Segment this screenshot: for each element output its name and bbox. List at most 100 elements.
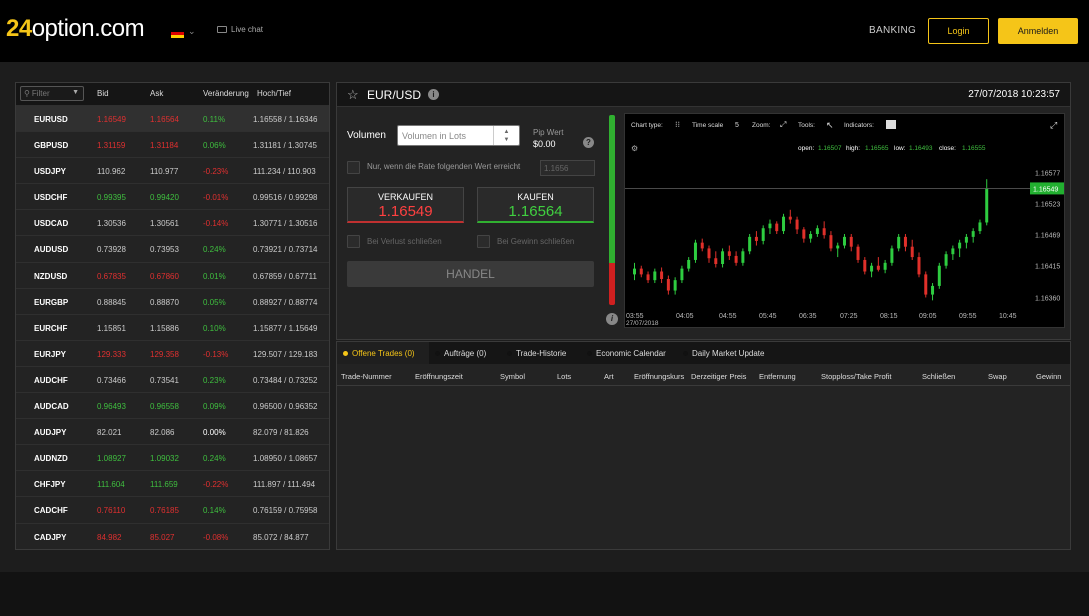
chevron-up-icon[interactable]: ▲	[504, 128, 510, 136]
trade-submit-button[interactable]: HANDEL	[347, 261, 594, 287]
sell-button[interactable]: VERKAUFEN 1.16549	[347, 187, 464, 223]
chevron-down-icon[interactable]: ⌄	[188, 26, 196, 37]
candle-body	[693, 242, 697, 260]
rate-high-low: 85.072 / 84.877	[253, 532, 309, 542]
login-button[interactable]: Login	[928, 18, 989, 44]
chat-icon	[217, 26, 227, 33]
tab-economic-calendar[interactable]: Economic Calendar	[581, 342, 677, 364]
rate-change: 0.01%	[203, 271, 226, 281]
volume-stepper[interactable]: ▲ ▼	[493, 126, 519, 145]
tab-open-trades[interactable]: Offene Trades (0)	[337, 342, 429, 364]
rate-condition-input[interactable]: 1.1656	[540, 160, 595, 176]
tools-label: Tools:	[798, 122, 815, 129]
rate-row[interactable]: USDCHF 0.99395 0.99420 -0.01% 0.99516 / 0.99…	[16, 183, 329, 209]
rate-ask: 0.73953	[150, 245, 179, 255]
rate-row[interactable]: AUDNZD 1.08927 1.09032 0.24% 1.08950 / 1.086…	[16, 444, 329, 470]
rate-row[interactable]: USDCAD 1.30536 1.30561 -0.14% 1.30771 / 1.30…	[16, 209, 329, 235]
rate-row[interactable]: CADJPY 84.982 85.027 -0.08% 85.072 / 84.877	[16, 522, 329, 549]
help-icon[interactable]: ?	[583, 137, 594, 148]
rate-row[interactable]: GBPUSD 1.31159 1.31184 0.06% 1.31181 / 1.307…	[16, 131, 329, 157]
column-change[interactable]: Veränderung	[203, 89, 249, 98]
rate-symbol: CADCHF	[34, 506, 68, 516]
time-scale-label: Time scale	[692, 122, 724, 129]
tab-daily-market-update[interactable]: Daily Market Update	[677, 342, 777, 364]
site-logo[interactable]: 24option.com	[6, 15, 145, 43]
rate-row[interactable]: AUDJPY 82.021 82.086 0.00% 82.079 / 81.826	[16, 418, 329, 444]
rate-symbol: NZDUSD	[34, 271, 68, 281]
column-bid[interactable]: Bid	[97, 89, 109, 98]
live-chat-link[interactable]: Live chat	[217, 25, 263, 34]
candle-body	[802, 229, 806, 239]
col-swap[interactable]: Swap	[988, 372, 1007, 381]
favorite-star-icon[interactable]: ☆	[347, 87, 359, 103]
y-tick-label: 1.16523	[1035, 201, 1060, 208]
sentiment-sell-fill	[609, 263, 615, 305]
take-profit-checkbox[interactable]	[477, 235, 490, 248]
rate-row[interactable]: EURUSD 1.16549 1.16564 0.11% 1.16558 / 1.163…	[16, 105, 329, 132]
col-trade-number[interactable]: Trade-Nummer	[341, 372, 392, 381]
zoom-icon[interactable]: ⤢	[779, 120, 786, 129]
rate-condition-checkbox[interactable]	[347, 161, 360, 174]
price-chart[interactable]: Chart type: ⁝⁝ Time scale 5 Zoom: ⤢ Tool…	[624, 113, 1065, 328]
col-sl-tp[interactable]: Stopploss/Take Profit	[821, 372, 891, 381]
rate-ask: 0.99420	[150, 193, 179, 203]
col-profit[interactable]: Gewinn	[1036, 372, 1061, 381]
y-tick-label: 1.16469	[1035, 233, 1060, 240]
column-high-low[interactable]: Hoch/Tief	[257, 89, 291, 98]
rate-row[interactable]: EURJPY 129.333 129.358 -0.13% 129.507 / 129.…	[16, 339, 329, 366]
candle-body	[775, 223, 779, 232]
col-type[interactable]: Art	[604, 372, 614, 381]
cursor-icon[interactable]: ↖	[826, 120, 834, 130]
candle-body	[910, 246, 914, 258]
candlestick-type-icon[interactable]: ⁝⁝	[675, 120, 680, 129]
col-current-price[interactable]: Derzeitiger Preis	[691, 372, 746, 381]
col-open-time[interactable]: Eröffnungszeit	[415, 372, 463, 381]
rate-row[interactable]: AUDCAD 0.96493 0.96558 0.09% 0.96500 / 0.963…	[16, 392, 329, 418]
rate-symbol: EURCHF	[34, 323, 68, 333]
col-close[interactable]: Schließen	[922, 372, 955, 381]
banking-link[interactable]: BANKING	[869, 25, 916, 36]
x-tick-label: 07:25	[840, 313, 858, 320]
tab-trade-history[interactable]: Trade-Historie	[501, 342, 581, 364]
chart-settings-gear-icon[interactable]: ⚙	[631, 144, 638, 153]
rate-change: 0.05%	[203, 297, 226, 307]
register-button[interactable]: Anmelden	[998, 18, 1078, 44]
info-icon[interactable]: i	[428, 89, 439, 100]
rate-symbol: AUDCHF	[34, 375, 68, 385]
col-open-price[interactable]: Eröffnungskurs	[634, 372, 684, 381]
y-tick-label: 1.16415	[1035, 264, 1060, 271]
column-ask[interactable]: Ask	[150, 89, 163, 98]
candles-group: 1.16549	[625, 179, 1064, 301]
fullscreen-icon[interactable]: ⤢	[1049, 120, 1057, 130]
rate-row[interactable]: CHFJPY 111.604 111.659 -0.22% 111.897 / 111.…	[16, 470, 329, 496]
rate-row[interactable]: AUDCHF 0.73466 0.73541 0.23% 0.73484 / 0.732…	[16, 365, 329, 392]
rate-change: 0.10%	[203, 323, 226, 333]
indicators-icon[interactable]	[886, 120, 896, 129]
pair-title: EUR/USD	[367, 88, 422, 102]
candle-body	[985, 188, 989, 223]
chevron-down-icon[interactable]: ▼	[504, 136, 510, 144]
buy-button[interactable]: KAUFEN 1.16564	[477, 187, 594, 223]
rate-row[interactable]: EURGBP 0.88845 0.88870 0.05% 0.88927 / 0.887…	[16, 287, 329, 314]
time-scale-icon[interactable]: 5	[735, 122, 739, 129]
rate-row[interactable]: EURCHF 1.15851 1.15886 0.10% 1.15877 / 1.156…	[16, 313, 329, 340]
tab-dot-icon	[683, 350, 688, 356]
sentiment-info-icon[interactable]: i	[606, 313, 618, 325]
rate-row[interactable]: CADCHF 0.76110 0.76185 0.14% 0.76159 / 0.759…	[16, 496, 329, 522]
col-symbol[interactable]: Symbol	[500, 372, 525, 381]
rate-row[interactable]: USDJPY 110.962 110.977 -0.23% 111.234 / 110.…	[16, 157, 329, 183]
col-distance[interactable]: Entfernung	[759, 372, 796, 381]
rate-row[interactable]: AUDUSD 0.73928 0.73953 0.24% 0.73921 / 0.737…	[16, 235, 329, 261]
col-lots[interactable]: Lots	[557, 372, 571, 381]
stop-loss-checkbox[interactable]	[347, 235, 360, 248]
volume-input[interactable]: Volumen in Lots ▲ ▼	[397, 125, 520, 146]
rate-high-low: 1.30771 / 1.30516	[253, 219, 318, 229]
filter-select[interactable]: ⚲ Filter ▼	[20, 86, 84, 101]
chart-canvas[interactable]: Chart type: ⁝⁝ Time scale 5 Zoom: ⤢ Tool…	[625, 114, 1066, 329]
candle-body	[842, 236, 846, 246]
germany-flag-icon[interactable]	[171, 29, 184, 38]
rate-row[interactable]: NZDUSD 0.67835 0.67860 0.01% 0.67859 / 0.677…	[16, 261, 329, 288]
tab-orders[interactable]: Aufträge (0)	[429, 342, 501, 364]
y-tick-label: 1.16577	[1035, 170, 1060, 177]
rate-ask: 1.16564	[150, 115, 179, 124]
